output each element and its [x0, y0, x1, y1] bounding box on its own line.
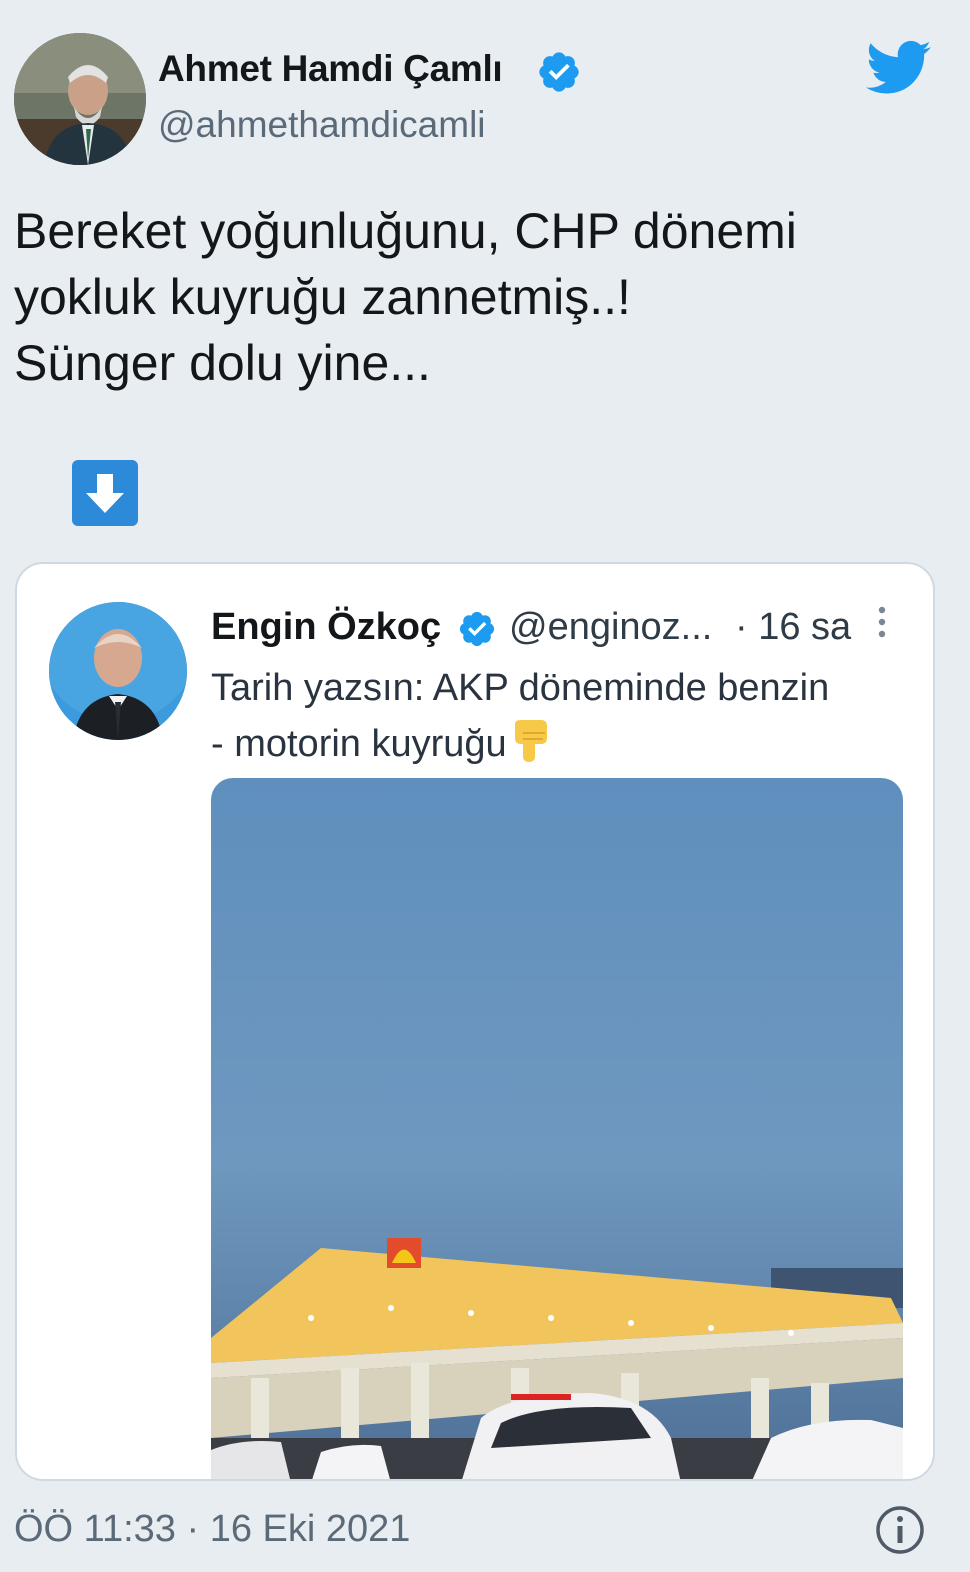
pointing-down-hand-icon — [511, 718, 551, 778]
more-vertical-icon[interactable] — [875, 604, 889, 644]
author-name[interactable]: Ahmet Hamdi Çamlı — [158, 48, 503, 90]
author-avatar[interactable] — [14, 33, 146, 165]
tweet-text: Bereket yoğunluğunu, CHP dönemi yokluk k… — [14, 198, 914, 396]
verified-badge-icon — [457, 609, 497, 649]
quote-timestamp[interactable]: · 16 sa — [735, 606, 851, 649]
tweet-timestamp[interactable]: ÖÖ 11:33 · 16 Eki 2021 — [14, 1508, 410, 1551]
quoted-tweet-card[interactable]: Engin Özkoç @enginoz... · 16 sa Tarih ya… — [15, 562, 935, 1481]
quote-author-handle[interactable]: @enginoz... — [509, 606, 712, 649]
down-arrow-icon — [72, 460, 138, 526]
person-photo-icon — [49, 602, 187, 740]
gas-station-photo[interactable] — [211, 778, 903, 1479]
quote-author-name[interactable]: Engin Özkoç — [211, 606, 441, 649]
quote-text: Tarih yazsın: AKP döneminde benzin - mot… — [211, 660, 911, 778]
quote-line: Tarih yazsın: AKP döneminde benzin — [211, 667, 830, 709]
quote-line: - motorin kuyruğu — [211, 723, 507, 765]
tweet-line: Sünger dolu yine... — [14, 335, 431, 391]
quote-author-avatar[interactable] — [49, 602, 187, 740]
tweet-line: Bereket yoğunluğunu, CHP dönemi — [14, 203, 797, 259]
verified-badge-icon — [536, 49, 582, 95]
person-photo-icon — [14, 33, 146, 165]
twitter-bird-icon — [866, 40, 932, 96]
author-handle[interactable]: @ahmethamdicamli — [158, 104, 486, 146]
tweet-line: yokluk kuyruğu zannetmiş..! — [14, 269, 631, 325]
info-icon[interactable] — [874, 1504, 926, 1556]
